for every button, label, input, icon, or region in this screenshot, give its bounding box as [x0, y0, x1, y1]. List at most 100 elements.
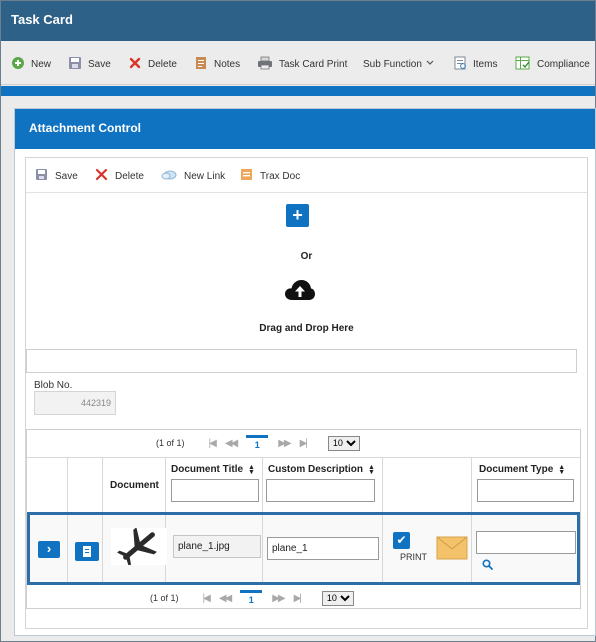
checkmark-icon: ✔ — [396, 533, 407, 547]
delete-label: Delete — [148, 58, 177, 70]
column-divider — [382, 515, 383, 582]
new-link-button[interactable]: New Link — [161, 168, 225, 184]
new-icon — [11, 56, 25, 73]
document-type-filter[interactable] — [477, 479, 574, 502]
last-page-icon[interactable]: ▶| — [300, 438, 308, 449]
delete-icon — [95, 168, 108, 184]
column-divider — [471, 515, 472, 582]
compliance-icon — [515, 56, 531, 73]
document-type-header-label: Document Type — [479, 464, 554, 475]
print-icon — [257, 56, 273, 73]
blob-number-field: 442319 — [34, 391, 116, 415]
save-button[interactable]: Save — [68, 56, 111, 72]
items-icon — [453, 56, 467, 73]
attachment-toolbar: Save Delete New Link Trax Doc — [26, 158, 587, 193]
attachment-grid: (1 of 1) |◀ ◀◀ 1 ▶▶ ▶| 10 Document Docum… — [26, 429, 581, 609]
save-icon — [35, 168, 48, 184]
table-row[interactable]: › plane_1.jpg plane_1 ✔ PRINT — [27, 512, 580, 585]
notes-icon — [194, 56, 208, 73]
attachment-control-panel: Attachment Control Save Delete New Link — [14, 108, 596, 636]
items-label: Items — [473, 58, 498, 70]
expand-row-button[interactable]: › — [38, 541, 60, 558]
envelope-icon — [436, 536, 468, 563]
save-label: Save — [88, 58, 111, 70]
document-icon — [75, 546, 99, 564]
column-divider — [102, 515, 103, 582]
task-card-print-button[interactable]: Task Card Print — [257, 56, 347, 72]
current-page[interactable]: 1 — [240, 589, 263, 607]
items-button[interactable]: Items — [453, 56, 497, 72]
save-icon — [68, 56, 82, 73]
plus-icon: + — [292, 205, 303, 225]
last-page-icon[interactable]: ▶| — [294, 593, 302, 604]
delete-icon — [128, 56, 142, 73]
prev-page-icon[interactable]: ◀◀ — [219, 593, 232, 604]
document-thumbnail[interactable] — [111, 527, 167, 568]
search-icon[interactable] — [482, 559, 493, 573]
sort-icon[interactable]: ▲ ▼ — [248, 464, 255, 476]
column-divider — [67, 515, 68, 582]
column-divider — [67, 457, 68, 512]
add-attachment-button[interactable]: + — [286, 204, 309, 227]
notes-button[interactable]: Notes — [194, 56, 240, 72]
delete-button[interactable]: Delete — [128, 56, 177, 72]
custom-description-header-label: Custom Description — [268, 464, 364, 475]
custom-description-input[interactable]: plane_1 — [267, 537, 379, 560]
attachment-delete-button[interactable]: Delete — [95, 168, 144, 184]
next-page-icon[interactable]: ▶▶ — [278, 438, 291, 449]
page-size-select[interactable]: 10 — [321, 590, 354, 606]
print-checkbox[interactable]: ✔ — [393, 532, 410, 549]
title-bar: Task Card — [1, 1, 595, 41]
column-divider — [382, 457, 383, 512]
column-divider — [102, 457, 103, 512]
panel-header: Attachment Control — [15, 109, 595, 149]
new-button[interactable]: New — [11, 56, 51, 72]
header-divider — [27, 457, 580, 458]
column-header-document-type[interactable]: Document Type ▲ ▼ — [479, 464, 565, 476]
sort-icon[interactable]: ▲ ▼ — [558, 464, 565, 476]
column-divider — [471, 457, 472, 512]
sub-function-menu[interactable]: Sub Function — [363, 56, 434, 72]
trax-doc-button[interactable]: Trax Doc — [240, 168, 300, 184]
window-title: Task Card — [11, 12, 73, 27]
document-title-header-label: Document Title — [171, 464, 244, 475]
email-button[interactable] — [436, 536, 468, 563]
cloud-upload-icon — [284, 278, 316, 305]
document-title-cell: plane_1.jpg — [173, 535, 261, 558]
drop-zone-field[interactable] — [26, 349, 577, 373]
airplane-icon — [111, 527, 167, 568]
attachment-save-button[interactable]: Save — [35, 168, 78, 184]
accent-bar — [1, 86, 595, 96]
document-title-filter[interactable] — [171, 479, 259, 502]
panel-title: Attachment Control — [29, 121, 141, 135]
new-label: New — [31, 58, 52, 70]
attachment-delete-label: Delete — [115, 170, 144, 182]
sub-function-label: Sub Function — [363, 58, 422, 70]
print-label: PRINT — [400, 552, 427, 562]
page-size-select[interactable]: 10 — [327, 435, 360, 451]
document-type-input[interactable] — [476, 531, 576, 554]
new-link-label: New Link — [184, 170, 226, 182]
column-header-document: Document — [110, 480, 159, 491]
pager-count: (1 of 1) — [150, 593, 179, 603]
document-header-label: Document — [110, 480, 159, 491]
blob-number-label: Blob No. — [34, 380, 73, 391]
compliance-button[interactable]: Compliance — [515, 56, 590, 72]
sort-icon[interactable]: ▲ ▼ — [368, 464, 375, 476]
expand-icon: › — [46, 541, 52, 556]
custom-description-filter[interactable] — [266, 479, 375, 502]
prev-page-icon[interactable]: ◀◀ — [225, 438, 238, 449]
column-header-custom-description[interactable]: Custom Description ▲ ▼ — [268, 464, 375, 476]
open-document-button[interactable] — [75, 542, 99, 561]
next-page-icon[interactable]: ▶▶ — [272, 593, 285, 604]
or-separator: Or — [300, 251, 313, 262]
first-page-icon[interactable]: |◀ — [203, 593, 211, 604]
trax-doc-label: Trax Doc — [260, 170, 301, 182]
pager-count: (1 of 1) — [156, 438, 185, 448]
column-header-document-title[interactable]: Document Title ▲ ▼ — [171, 464, 255, 476]
first-page-icon[interactable]: |◀ — [209, 438, 217, 449]
notes-label: Notes — [214, 58, 241, 70]
new-link-icon — [161, 168, 177, 184]
attachment-save-label: Save — [55, 170, 78, 182]
current-page[interactable]: 1 — [246, 434, 269, 452]
